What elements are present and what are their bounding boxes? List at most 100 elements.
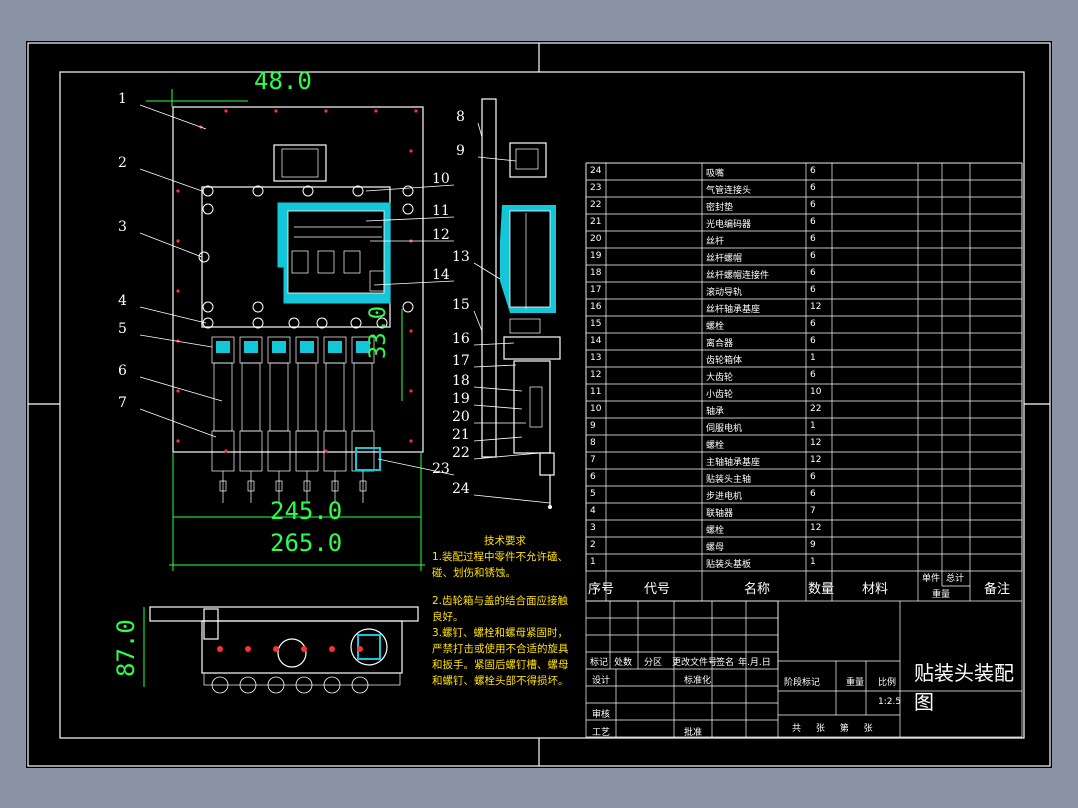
bom-name: 螺栓 <box>706 322 725 332</box>
bom-header: 序号 代号 名称 数量 材料 单件 总计 重量 备注 <box>588 571 1020 601</box>
bom-name: 贴装头主轴 <box>706 475 752 485</box>
tb-review: 审核 <box>592 710 611 720</box>
bom-qty: 12 <box>810 455 822 465</box>
bom-name: 丝杆螺帽 <box>706 254 743 264</box>
bom-qty: 6 <box>810 285 816 295</box>
tb-count: 处数 <box>614 658 633 668</box>
leader-label: 24 <box>452 481 470 497</box>
hdr-no: 序号 <box>588 582 615 597</box>
bom-qty: 6 <box>810 200 816 210</box>
hdr-total: 总计 <box>946 574 965 584</box>
leader-label: 18 <box>452 373 470 389</box>
leader-label: 3 <box>118 219 127 235</box>
leader-label: 1 <box>118 91 127 107</box>
bom-no: 17 <box>590 285 602 295</box>
tb-weight: 重量 <box>846 678 865 688</box>
bom-name: 螺栓 <box>706 526 725 536</box>
leader-label: 4 <box>118 293 127 309</box>
leader-label: 5 <box>118 321 127 337</box>
leader-label: 16 <box>452 331 470 347</box>
notes-heading: 技术要求 <box>484 535 526 547</box>
bom-no: 24 <box>590 166 602 176</box>
bom-name: 齿轮箱体 <box>706 356 743 366</box>
leader-label: 17 <box>452 353 470 369</box>
bom-no: 14 <box>590 336 602 346</box>
leader-label: 12 <box>432 227 450 243</box>
leader-label: 9 <box>456 143 465 159</box>
bom-qty: 6 <box>810 489 816 499</box>
leader-label: 8 <box>456 109 465 125</box>
bom-no: 18 <box>590 268 602 278</box>
bom-name: 吸嘴 <box>706 169 725 179</box>
bom-qty: 6 <box>810 268 816 278</box>
bom-qty: 10 <box>810 387 822 397</box>
hdr-unit: 单件 <box>922 574 941 584</box>
hdr-code: 代号 <box>644 582 671 597</box>
tb-mark: 标记 <box>590 658 609 668</box>
leader-label: 14 <box>432 267 450 283</box>
bom-qty: 6 <box>810 370 816 380</box>
bom-name: 贴装头基板 <box>706 560 752 570</box>
bom-qty: 6 <box>810 472 816 482</box>
bom-qty: 6 <box>810 166 816 176</box>
bom-no: 5 <box>590 489 596 499</box>
drawing-title: 贴装头装配图 <box>914 661 1014 714</box>
leader-label: 19 <box>452 391 470 407</box>
bom-no: 7 <box>590 455 596 465</box>
bom-no: 2 <box>590 540 596 550</box>
bom-name: 联轴器 <box>706 509 734 519</box>
bom-name: 丝杆轴承基座 <box>706 305 761 315</box>
bom-qty: 6 <box>810 183 816 193</box>
bom-no: 23 <box>590 183 602 193</box>
dim-265: 265.0 <box>270 529 343 557</box>
bom-name: 光电编码器 <box>706 220 752 230</box>
dim-48: 48.0 <box>254 67 312 95</box>
bom-qty: 6 <box>810 217 816 227</box>
note-line: 1.装配过程中零件不允许磕、 <box>432 551 569 563</box>
bom-qty: 1 <box>810 557 816 567</box>
tb-process: 工艺 <box>592 728 611 738</box>
bom-name: 密封垫 <box>706 203 734 213</box>
bom-no: 16 <box>590 302 602 312</box>
bom-name: 主轴轴承基座 <box>706 458 761 468</box>
hdr-name: 名称 <box>744 582 771 597</box>
dim-87: 87.0 <box>112 619 140 677</box>
bom-qty: 6 <box>810 336 816 346</box>
bom-no: 1 <box>590 557 596 567</box>
leader-label: 13 <box>452 249 470 265</box>
bom-no: 22 <box>590 200 602 210</box>
bom-name: 小齿轮 <box>706 390 734 400</box>
title-block: 标记 处数 分区 更改文件号 签名 年.月.日 设计 标准化 审核 工艺 批准 … <box>588 601 1022 738</box>
bom-name: 大齿轮 <box>706 373 734 383</box>
tb-design: 设计 <box>592 676 611 686</box>
tb-scale: 1:2.5 <box>878 697 902 707</box>
bom-qty: 22 <box>810 404 822 414</box>
dim-245: 245.0 <box>270 497 343 525</box>
bom-no: 19 <box>590 251 602 261</box>
bom-qty: 6 <box>810 319 816 329</box>
bom-name: 丝杆螺帽连接件 <box>706 271 770 281</box>
drawing-sheet: 48.0 33.0 245.0 265.0 87.0 1 2 3 4 5 6 7 8 9 10 11… <box>26 41 1052 768</box>
leader-label: 10 <box>432 171 450 187</box>
bom-no: 20 <box>590 234 602 244</box>
tb-stage: 阶段标记 <box>784 678 821 688</box>
bom-no: 4 <box>590 506 596 516</box>
bom-no: 10 <box>590 404 602 414</box>
bom-qty: 7 <box>810 506 816 516</box>
bom-no: 9 <box>590 421 596 431</box>
bom-qty: 6 <box>810 234 816 244</box>
tb-approve: 批准 <box>684 728 703 738</box>
leader-label: 21 <box>452 427 470 443</box>
bom-name: 离合器 <box>706 339 734 349</box>
leader-label: 11 <box>432 203 450 219</box>
hdr-qty: 数量 <box>808 582 835 597</box>
leader-label: 20 <box>452 409 470 425</box>
leader-label: 23 <box>432 461 450 477</box>
tb-change: 更改文件号 <box>672 658 718 668</box>
bom-name: 螺栓 <box>706 441 725 451</box>
bom-name: 螺母 <box>706 543 725 553</box>
bom-no: 6 <box>590 472 596 482</box>
bom-no: 15 <box>590 319 602 329</box>
bom-name: 丝杆 <box>706 237 725 247</box>
leader-label: 15 <box>452 297 470 313</box>
